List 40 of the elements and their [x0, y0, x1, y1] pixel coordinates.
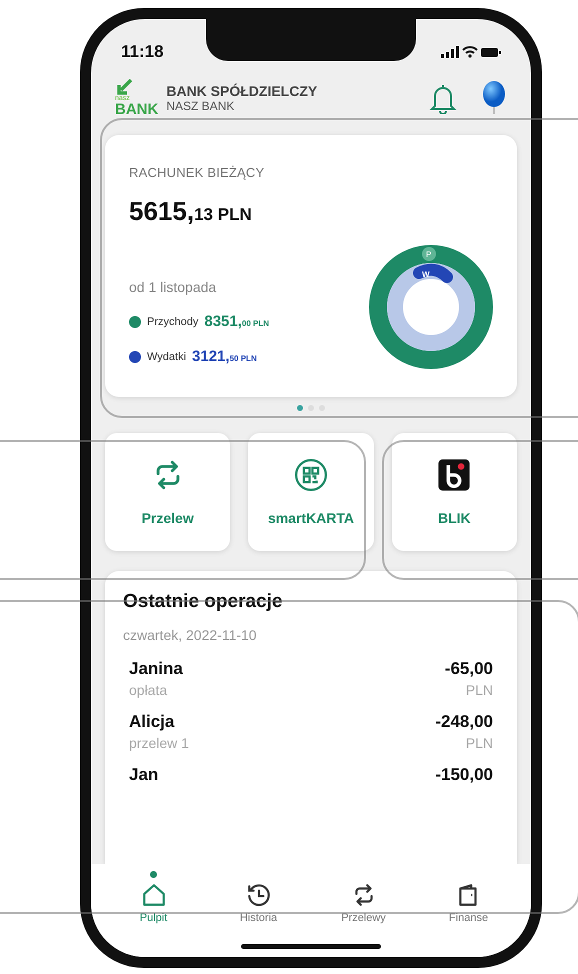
bell-icon[interactable]	[429, 82, 457, 114]
donut-chart-drawing: P W	[369, 245, 493, 369]
operations-title: Ostatnie operacje	[123, 591, 284, 613]
operation-amount: -248,00	[435, 712, 493, 732]
selected-dot	[150, 871, 157, 878]
operation-amount: -65,00	[444, 659, 493, 679]
status-time: 11:18	[121, 42, 164, 62]
nav-tab[interactable]: Przelewy	[324, 870, 404, 925]
account-card[interactable]: RACHUNEK BIEŻĄCY 5615,13 PLN od 1 listopada Przychody 8351,00 PLN Wydatki 3121,50 PLN P W	[105, 135, 517, 397]
legend-amount: 8351,00 PLN	[204, 313, 270, 330]
shortcut-tile[interactable]: Przelew	[105, 433, 230, 551]
balloon-avatar-icon[interactable]	[481, 81, 507, 115]
period-label: od 1 listopada	[129, 279, 218, 295]
qr-code-icon	[294, 458, 328, 492]
bank-subname: NASZ BANK	[166, 99, 236, 113]
operation-description: przelew 1	[129, 735, 189, 751]
operation-description: opłata	[129, 682, 168, 698]
operation-currency: PLN	[466, 682, 493, 698]
account-balance: 5615,13 PLN	[129, 196, 253, 227]
operations-date: czwartek, 2022-11-10	[123, 627, 258, 643]
bank-name: BANK SPÓŁDZIELCZY	[166, 83, 318, 99]
operation-amount: -150,00	[435, 765, 493, 785]
operation-name[interactable]: Janina	[129, 659, 183, 679]
blik-logo-icon	[437, 458, 472, 492]
operation-name[interactable]: Jan	[129, 765, 158, 785]
nav-tab[interactable]: Finanse	[428, 870, 508, 925]
carousel-dot[interactable]	[297, 405, 303, 411]
home-icon	[140, 882, 166, 908]
nav-tab[interactable]: Historia	[218, 870, 298, 925]
legend-label: Wydatki	[147, 350, 186, 362]
clock-history-icon	[246, 882, 272, 908]
status-icons-drawing	[441, 45, 501, 59]
legend-amount: 3121,50 PLN	[192, 348, 257, 365]
shortcut-tile[interactable]: smartKARTA	[248, 433, 374, 551]
shortcut-tile[interactable]: BLIK	[392, 433, 517, 551]
operation-name[interactable]: Alicja	[129, 712, 189, 732]
nav-tab[interactable]: Pulpit	[114, 870, 194, 925]
operation-currency: PLN	[466, 735, 493, 751]
account-title: RACHUNEK BIEŻĄCY	[129, 165, 266, 180]
legend-label: Przychody	[147, 316, 198, 328]
